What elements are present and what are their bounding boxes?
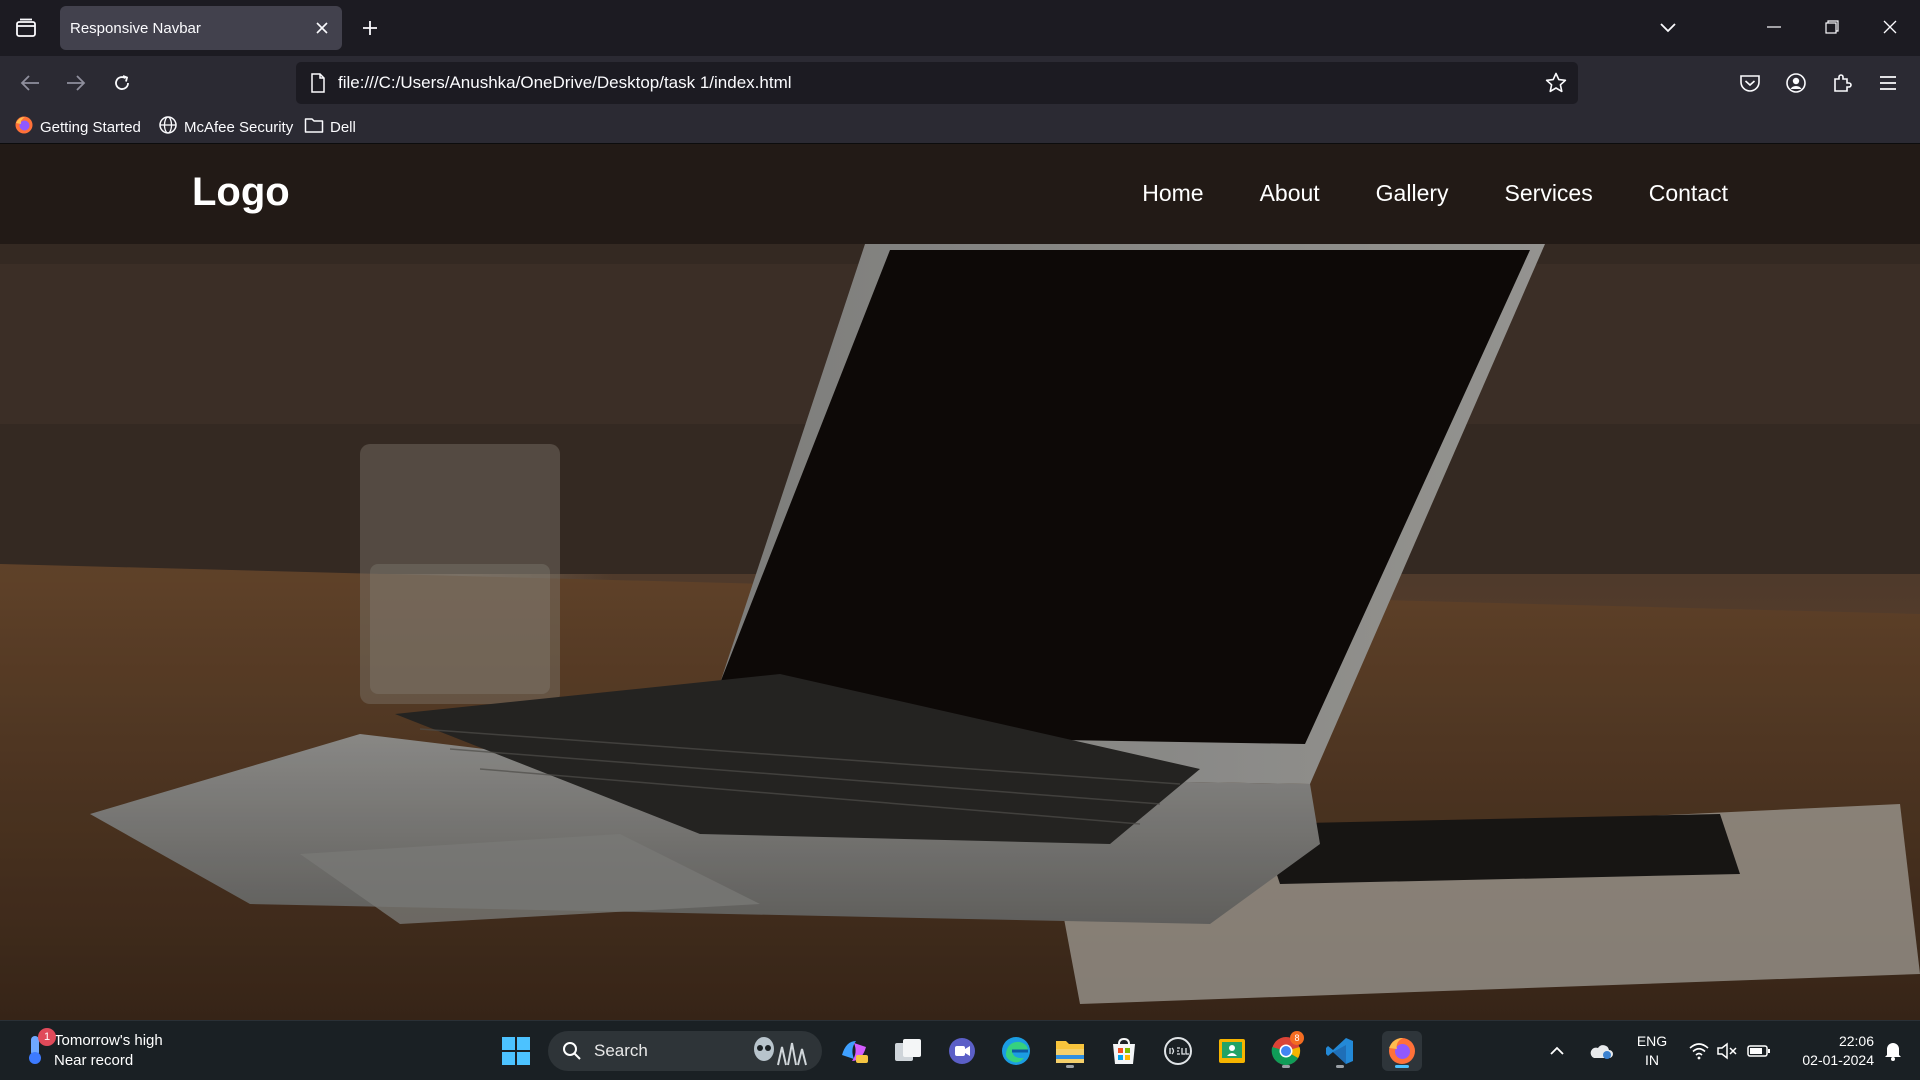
globe-icon [158,115,178,139]
url-bar[interactable]: file:///C:/Users/Anushka/OneDrive/Deskto… [296,62,1578,104]
nav-link-about[interactable]: About [1260,180,1320,207]
bookmark-label: Getting Started [40,118,141,136]
hero-dim-overlay [0,144,1920,1020]
search-icon [562,1041,582,1065]
language-indicator[interactable]: ENG IN [1632,1032,1672,1070]
notifications-bell-icon[interactable] [1878,1031,1908,1071]
browser-toolbar: file:///C:/Users/Anushka/OneDrive/Deskto… [0,56,1920,110]
weather-alert-badge: 1 [38,1028,56,1046]
region-code: IN [1645,1052,1659,1068]
wifi-icon[interactable] [1686,1031,1712,1071]
web-page: Logo Home About Gallery Services Contact [0,144,1920,1020]
windows-start-icon[interactable] [496,1031,536,1071]
tab-list-icon[interactable] [10,14,42,42]
minimize-icon[interactable] [1752,10,1796,44]
microsoft-store-icon[interactable] [1104,1031,1144,1071]
copilot-preview-icon[interactable] [834,1031,874,1071]
weather-widget[interactable]: 1 Tomorrow's high Near record [24,1028,163,1071]
menu-icon[interactable] [1872,67,1904,99]
vscode-icon[interactable] [1320,1031,1360,1071]
bookmark-star-icon[interactable] [1544,71,1568,95]
taskbar: 1 Tomorrow's high Near record Search 8 E… [0,1020,1920,1080]
battery-icon[interactable] [1744,1031,1774,1071]
pocket-icon[interactable] [1734,67,1766,99]
new-tab-icon[interactable] [356,14,384,42]
folder-icon [304,116,324,138]
running-indicator [1282,1065,1290,1068]
thermometer-icon: 1 [24,1028,56,1070]
back-icon[interactable] [14,67,46,99]
firefox-icon [14,115,34,139]
search-label: Search [594,1041,648,1060]
file-explorer-icon[interactable] [1050,1031,1090,1071]
bookmark-label: McAfee Security [184,118,294,136]
taskbar-search[interactable]: Search [548,1031,822,1071]
date-text: 02-01-2024 [1802,1052,1874,1068]
firefox-taskbar-icon[interactable] [1382,1031,1422,1071]
site-navbar: Logo Home About Gallery Services Contact [0,144,1920,244]
volume-muted-icon[interactable] [1714,1031,1740,1071]
forward-icon[interactable] [60,67,92,99]
edge-icon[interactable] [996,1031,1036,1071]
site-nav-links: Home About Gallery Services Contact [1086,180,1728,207]
site-logo[interactable]: Logo [192,170,290,215]
reload-icon[interactable] [106,67,138,99]
page-icon[interactable] [308,73,328,93]
account-icon[interactable] [1780,67,1812,99]
weather-text: Tomorrow's high Near record [54,1031,163,1071]
nav-link-gallery[interactable]: Gallery [1376,180,1449,207]
tab-title: Responsive Navbar [70,19,201,37]
chevron-up-icon[interactable] [1542,1031,1572,1071]
chrome-notification-badge: 8 [1290,1031,1304,1045]
bookmarks-bar: Getting Started McAfee Security Dell [0,110,1920,144]
bookmark-dell-folder[interactable]: Dell [304,116,356,138]
clock[interactable]: 22:06 02-01-2024 [1784,1032,1874,1070]
task-view-icon[interactable] [888,1031,928,1071]
extensions-icon[interactable] [1826,67,1858,99]
tab-strip: Responsive Navbar [0,0,1920,56]
tab-responsive-navbar[interactable]: Responsive Navbar [60,6,342,50]
close-window-icon[interactable] [1868,10,1912,44]
running-indicator [1336,1065,1344,1068]
time-text: 22:06 [1838,1033,1874,1049]
weather-line-2: Near record [54,1052,134,1069]
chevron-down-icon[interactable] [1654,14,1682,42]
classroom-icon[interactable] [1212,1031,1252,1071]
nav-link-contact[interactable]: Contact [1649,180,1728,207]
teams-chat-icon[interactable] [942,1031,982,1071]
onedrive-icon[interactable] [1584,1031,1618,1071]
url-text[interactable]: file:///C:/Users/Anushka/OneDrive/Deskto… [338,73,792,93]
search-highlight-icon [750,1035,816,1071]
nav-link-services[interactable]: Services [1505,180,1593,207]
close-tab-icon[interactable] [312,18,332,38]
active-indicator [1395,1065,1409,1068]
bookmark-getting-started[interactable]: Getting Started [14,116,141,138]
restore-icon[interactable] [1810,10,1854,44]
nav-link-home[interactable]: Home [1142,180,1203,207]
running-indicator [1066,1065,1074,1068]
dell-icon[interactable] [1158,1031,1198,1071]
bookmark-mcafee-security[interactable]: McAfee Security [158,116,293,138]
language-code: ENG [1636,1033,1668,1049]
bookmark-label: Dell [330,118,356,136]
chrome-icon[interactable]: 8 [1266,1031,1306,1071]
weather-line-1: Tomorrow's high [54,1032,163,1049]
